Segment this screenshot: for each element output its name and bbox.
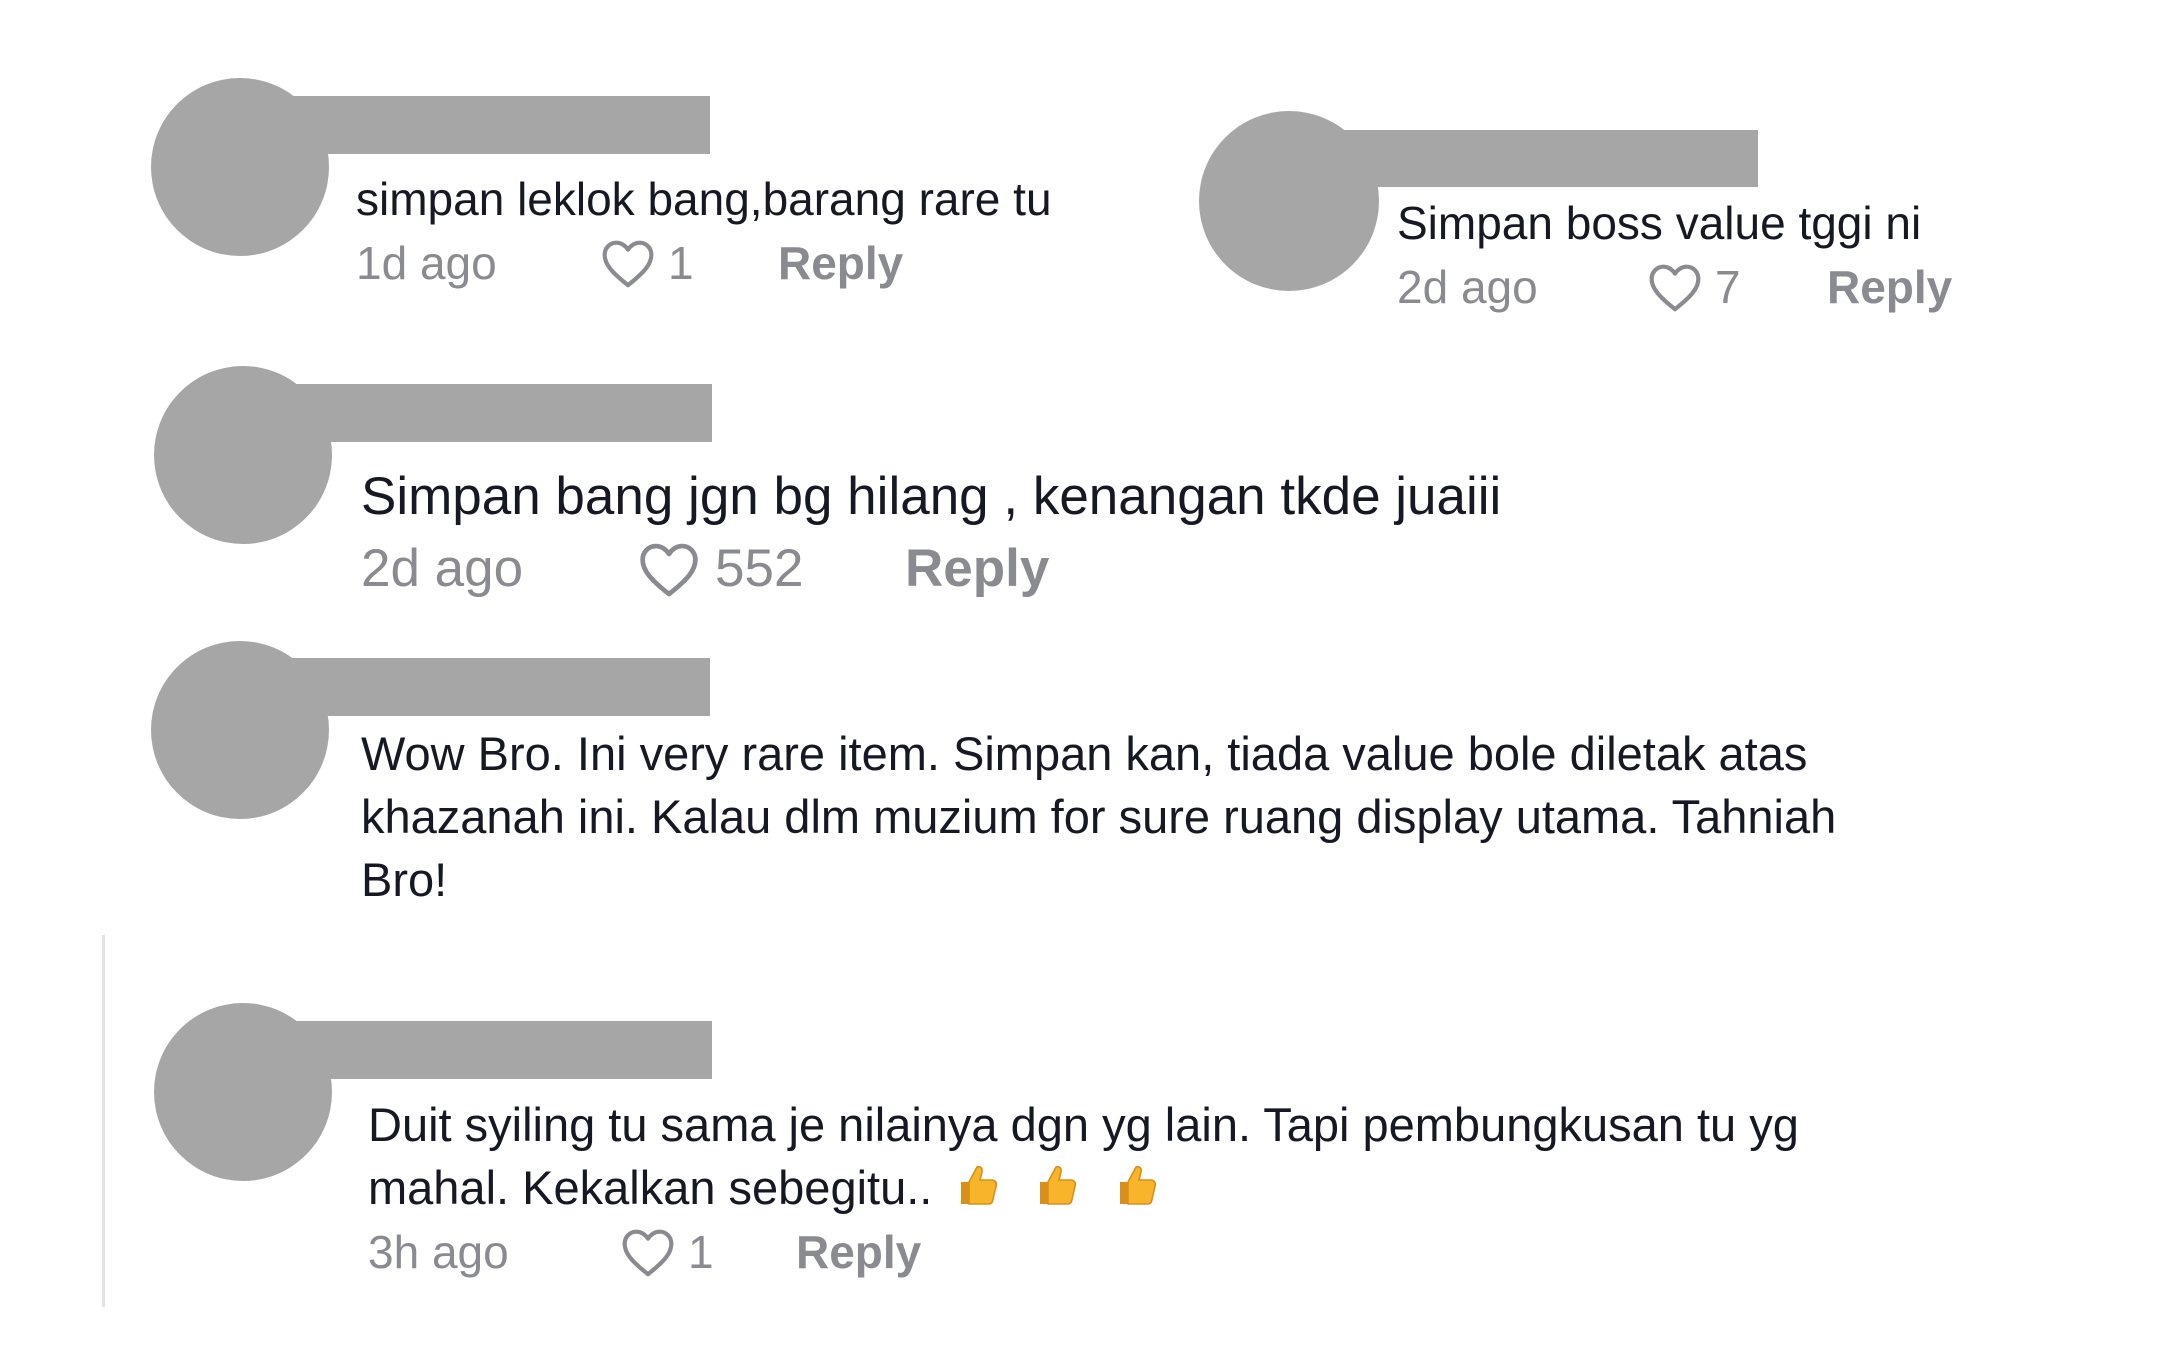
- comment-text: simpan leklok bang,barang rare tu: [356, 173, 1052, 225]
- reply-button[interactable]: Reply: [1827, 260, 1952, 314]
- comment-time: 2d ago: [361, 539, 524, 598]
- like-button[interactable]: 552: [637, 538, 905, 599]
- thumbs-up-icon: [955, 1162, 999, 1219]
- like-button[interactable]: 1: [620, 1225, 796, 1279]
- comment-text-line: Duit syiling tu sama je nilainya dgn yg …: [368, 1098, 1799, 1151]
- reply-button[interactable]: Reply: [905, 538, 1049, 599]
- reply-button[interactable]: Reply: [796, 1225, 921, 1279]
- comment-time: 2d ago: [1397, 261, 1538, 313]
- comment-text: Simpan bang jgn bg hilang , kenangan tkd…: [361, 467, 1502, 526]
- comment-text-line: Wow Bro. Ini very rare item. Simpan kan,…: [361, 727, 1808, 780]
- comment-time: 3h ago: [368, 1226, 509, 1278]
- comment-text-line: Bro!: [361, 853, 448, 906]
- comment-time: 1d ago: [356, 237, 497, 289]
- comment-text-line: mahal. Kekalkan sebegitu..: [368, 1160, 1158, 1219]
- heart-icon: [602, 240, 654, 288]
- comment-meta: 1d ago 1 Reply: [356, 236, 903, 290]
- reply-thread-line: [102, 935, 105, 1307]
- username-redacted[interactable]: [284, 1021, 712, 1079]
- like-button[interactable]: 1: [600, 236, 778, 290]
- heart-icon: [640, 543, 698, 596]
- heart-icon: [622, 1229, 674, 1277]
- like-count: 1: [668, 237, 694, 289]
- username-redacted[interactable]: [1328, 130, 1758, 187]
- comment-meta: 2d ago 552 Reply: [361, 538, 1049, 599]
- username-redacted[interactable]: [280, 658, 710, 716]
- like-count: 552: [715, 539, 804, 598]
- like-count: 7: [1715, 261, 1741, 313]
- thumbs-up-icon: [1034, 1162, 1078, 1219]
- thumbs-up-icon: [1114, 1162, 1158, 1219]
- username-redacted[interactable]: [284, 384, 712, 442]
- comment-text-line: khazanah ini. Kalau dlm muzium for sure …: [361, 790, 1837, 843]
- comment-text-segment: mahal. Kekalkan sebegitu..: [368, 1161, 933, 1214]
- like-button[interactable]: 7: [1647, 260, 1827, 314]
- heart-icon: [1649, 264, 1701, 312]
- username-redacted[interactable]: [280, 96, 710, 154]
- comment-meta: 2d ago 7 Reply: [1397, 260, 1952, 314]
- reply-button[interactable]: Reply: [778, 236, 903, 290]
- comment-meta: 3h ago 1 Reply: [368, 1225, 921, 1279]
- like-count: 1: [688, 1226, 714, 1278]
- comment-text: Simpan boss value tggi ni: [1397, 197, 1922, 249]
